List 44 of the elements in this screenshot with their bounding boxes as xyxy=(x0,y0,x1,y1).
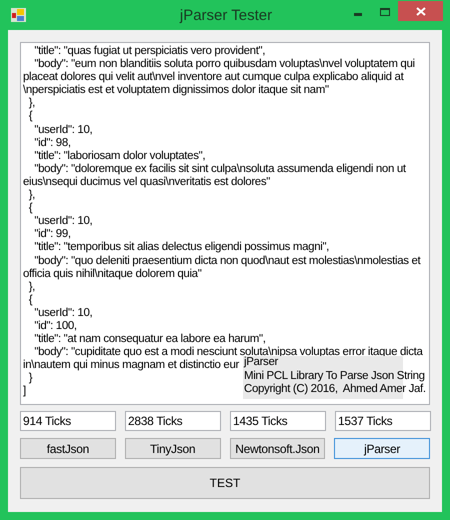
text-line: "body": "quo deleniti praesentium dicta non quod\naut est molestias\nmolestias et xyxy=(33,254,420,268)
ticks-field[interactable]: 2838 Ticks xyxy=(125,411,221,431)
output-textbox[interactable] xyxy=(20,42,430,405)
text-line: "title": "laboriosam dolor voluptates", xyxy=(33,150,206,163)
close-icon xyxy=(416,6,426,16)
test-button[interactable]: TEST xyxy=(20,467,430,499)
ticks-field[interactable]: 914 Ticks xyxy=(20,411,116,431)
ticks-field[interactable]: 1435 Ticks xyxy=(230,411,326,431)
parser-button[interactable]: TinyJson xyxy=(124,438,220,459)
text-line: "id": 98, xyxy=(33,136,71,150)
text-line: \nperspiciatis est et voluptatem dignissimos dolor itaque sit nam" xyxy=(23,84,329,98)
text-line: } xyxy=(28,372,32,386)
text-line: "body": "doloremque ex facilis sit sint culpa\nsoluta assumenda eligendi non ut xyxy=(33,162,406,176)
text-line: }, xyxy=(28,280,36,294)
text-line: }, xyxy=(28,97,36,110)
text-line: "userId": 10, xyxy=(33,215,92,228)
text-line: "title": "quas fugiat ut perspiciatis vero provident", xyxy=(33,45,266,58)
text-line: "userId": 10, xyxy=(33,306,92,320)
text-line: "body": "eum non blanditiis soluta porro quibusdam voluptas\nvel voluptatem qui xyxy=(33,58,415,72)
text-line: "title": "temporibus sit alias delectus eligendi possimus magni", xyxy=(33,241,330,254)
text-line: eius\nsequi ducimus vel quasi\nveritatis est dolores" xyxy=(23,176,270,190)
tooltip-text: Copyright (C) 2016, Ahmed Amer Jaf. xyxy=(244,383,426,396)
tooltip-text: jParser xyxy=(244,356,278,370)
text-line: officia quis nihil\nitaque dolorem quia" xyxy=(23,268,202,281)
parser-button[interactable]: Newtonsoft.Json xyxy=(230,438,326,459)
text-line: "id": 100, xyxy=(33,320,77,334)
ticks-field[interactable]: 1537 Ticks xyxy=(335,411,431,431)
text-line: "title": "at nam consequatur ea labore ea harum", xyxy=(33,333,266,346)
text-line: "userId": 10, xyxy=(33,124,92,137)
text-line: { xyxy=(28,202,32,216)
parser-button[interactable]: fastJson xyxy=(20,438,116,459)
text-line: { xyxy=(28,110,32,124)
text-line: { xyxy=(28,294,32,307)
tooltip-text: Mini PCL Library To Parse Json String xyxy=(244,370,425,383)
window-title: jParser Tester xyxy=(178,6,274,26)
text-line: "id": 99, xyxy=(33,228,71,242)
text-line: in\nautem qui minus magnam et distinctio eur xyxy=(23,359,239,372)
app-icon xyxy=(11,8,26,22)
text-line: ] xyxy=(23,385,26,399)
parser-button[interactable]: jParser xyxy=(334,438,430,459)
text-line: }, xyxy=(28,189,36,202)
text-line: placeat dolores qui velit aut\nvel inventore aut cumque culpa explicabo aliquid at xyxy=(23,71,404,84)
close-button[interactable] xyxy=(398,1,443,21)
maximize-icon[interactable] xyxy=(380,8,390,16)
